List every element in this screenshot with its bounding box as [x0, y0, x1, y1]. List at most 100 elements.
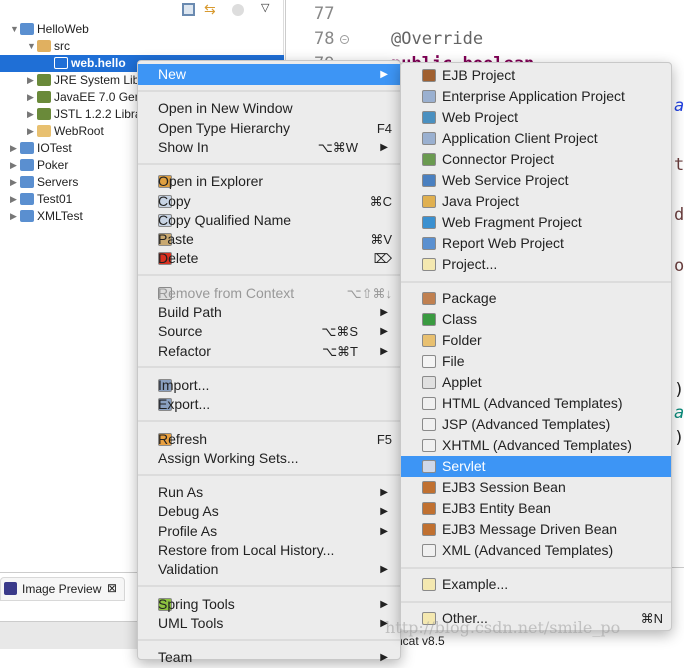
menu-item-application-client-project[interactable]: Application Client Project [401, 128, 671, 149]
collapsed-arrow-icon[interactable]: ▶ [10, 208, 17, 225]
code-fragment: a [674, 96, 684, 116]
image-preview-tab[interactable]: Image Preview ⊠ [0, 577, 125, 601]
collapsed-arrow-icon[interactable]: ▶ [10, 191, 17, 208]
menu-item-delete[interactable]: Delete ⌦ [138, 248, 400, 269]
menu-item-import[interactable]: Import... [138, 375, 400, 396]
menu-item-label: Folder [442, 332, 482, 348]
tree-item-label: IOTest [37, 141, 72, 155]
menu-item-report-web-project[interactable]: Report Web Project [401, 233, 671, 254]
menu-item-label: Report Web Project [442, 235, 564, 251]
menu-item-xml-advanced-templates[interactable]: XML (Advanced Templates) [401, 540, 671, 561]
menu-item-open-in-explorer[interactable]: Open in Explorer [138, 171, 400, 192]
menu-item-example[interactable]: Example... [401, 574, 671, 595]
collapse-all-icon[interactable] [182, 3, 195, 16]
menu-item-restore-from-local-history[interactable]: Restore from Local History... [138, 540, 400, 561]
menu-item-xhtml-advanced-templates[interactable]: XHTML (Advanced Templates) [401, 435, 671, 456]
menu-item-label: Class [442, 311, 478, 327]
menu-item-enterprise-application-project[interactable]: Enterprise Application Project [401, 86, 671, 107]
menu-item-refresh[interactable]: Refresh F5 [138, 429, 400, 450]
menu-item-html-advanced-templates[interactable]: HTML (Advanced Templates) [401, 393, 671, 414]
menu-item-web-fragment-project[interactable]: Web Fragment Project [401, 212, 671, 233]
menu-item-team[interactable]: Team ▶ [138, 647, 400, 668]
collapsed-arrow-icon[interactable]: ▶ [27, 89, 34, 106]
menu-item-label: Validation [158, 561, 219, 578]
menu-item-debug-as[interactable]: Debug As ▶ [138, 501, 400, 522]
menu-item-web-project[interactable]: Web Project [401, 107, 671, 128]
menu-item-show-in[interactable]: Show In ⌥⌘W ▶ [138, 137, 400, 158]
expanded-arrow-icon[interactable]: ▼ [10, 21, 19, 38]
menu-separator [138, 420, 400, 422]
menu-item-label: EJB3 Message Driven Bean [442, 521, 618, 537]
menu-item-copy-qualified-name[interactable]: Copy Qualified Name [138, 210, 400, 231]
menu-item-ejb-project[interactable]: EJB Project [401, 65, 671, 86]
collapsed-arrow-icon[interactable]: ▶ [27, 72, 34, 89]
menu-item-label: Paste [158, 231, 194, 248]
menu-item-uml-tools[interactable]: UML Tools ▶ [138, 613, 400, 634]
code-fragment: ) [674, 380, 684, 400]
menu-item-profile-as[interactable]: Profile As ▶ [138, 521, 400, 542]
menu-separator [138, 638, 400, 641]
tree-item-src[interactable]: ▼ src [0, 38, 284, 55]
class-icon [422, 313, 436, 326]
new-submenu: EJB Project Enterprise Application Projec… [400, 62, 672, 631]
collapsed-arrow-icon[interactable]: ▶ [10, 140, 17, 157]
expanded-arrow-icon[interactable]: ▼ [27, 38, 36, 55]
menu-item-paste[interactable]: Paste ⌘V [138, 229, 400, 250]
tree-item-label: XMLTest [37, 209, 83, 223]
menu-item-java-project[interactable]: Java Project [401, 191, 671, 212]
menu-item-folder[interactable]: Folder [401, 330, 671, 351]
menu-item-label: Package [442, 290, 497, 306]
tree-item-label: HelloWeb [37, 22, 89, 36]
menu-separator [401, 600, 671, 603]
menu-item-web-service-project[interactable]: Web Service Project [401, 170, 671, 191]
menu-item-assign-working-sets[interactable]: Assign Working Sets... [138, 448, 400, 469]
tree-item-helloweb[interactable]: ▼ HelloWeb [0, 21, 284, 38]
servlet-icon [422, 460, 436, 473]
menu-item-label: Spring Tools [158, 595, 235, 612]
menu-item-label: Copy Qualified Name [158, 211, 292, 228]
menu-item-label: Import... [158, 376, 210, 393]
menu-item-validation[interactable]: Validation ▶ [138, 559, 400, 580]
view-menu-icon[interactable]: ▽ [261, 1, 269, 14]
menu-item-label: Web Project [442, 109, 518, 125]
menu-item-label: Delete [158, 250, 199, 267]
menu-item-copy[interactable]: Copy ⌘C [138, 191, 400, 212]
menu-item-jsp-advanced-templates[interactable]: JSP (Advanced Templates) [401, 414, 671, 435]
tree-item-label: Poker [37, 158, 69, 172]
menu-item-connector-project[interactable]: Connector Project [401, 149, 671, 170]
menu-item-label: XHTML (Advanced Templates) [442, 437, 632, 453]
menu-item-refactor[interactable]: Refactor ⌥⌘T ▶ [138, 341, 400, 362]
menu-item-servlet[interactable]: Servlet [401, 456, 671, 477]
project-icon [20, 159, 34, 171]
collapsed-arrow-icon[interactable]: ▶ [10, 174, 17, 191]
menu-item-run-as[interactable]: Run As ▶ [138, 482, 400, 503]
menu-item-label: New [158, 66, 187, 82]
menu-item-ejb3-entity-bean[interactable]: EJB3 Entity Bean [401, 498, 671, 519]
menu-item-export[interactable]: Export... [138, 394, 400, 415]
menu-item-package[interactable]: Package [401, 288, 671, 309]
menu-item-file[interactable]: File [401, 351, 671, 372]
menu-item-spring-tools[interactable]: Spring Tools ▶ [138, 594, 400, 615]
collapsed-arrow-icon[interactable]: ▶ [27, 106, 34, 123]
menu-item-open-in-new-window[interactable]: Open in New Window [138, 98, 400, 119]
menu-item-ejb3-session-bean[interactable]: EJB3 Session Bean [401, 477, 671, 498]
menu-item-source[interactable]: Source ⌥⌘S ▶ [138, 321, 400, 342]
menu-item-ejb3-message-driven-bean[interactable]: EJB3 Message Driven Bean [401, 519, 671, 540]
fold-icon[interactable]: − [340, 35, 349, 44]
menu-item-project[interactable]: Project... [401, 254, 671, 275]
project-icon [20, 193, 34, 205]
menu-item-class[interactable]: Class [401, 309, 671, 330]
focus-icon[interactable] [232, 4, 244, 16]
link-with-editor-icon[interactable]: ⇆ [204, 1, 216, 18]
menu-item-open-type-hierarchy[interactable]: Open Type Hierarchy F4 [138, 118, 400, 139]
watermark: http://blog.csdn.net/smile_po [385, 618, 621, 637]
menu-item-build-path[interactable]: Build Path ▶ [138, 302, 400, 323]
menu-item-label: Open in New Window [158, 100, 293, 117]
collapsed-arrow-icon[interactable]: ▶ [10, 157, 17, 174]
menu-item-label: Assign Working Sets... [158, 449, 299, 466]
menu-item-label: Show In [158, 138, 209, 155]
menu-item-applet[interactable]: Applet [401, 372, 671, 393]
collapsed-arrow-icon[interactable]: ▶ [27, 123, 34, 140]
close-icon[interactable]: ⊠ [107, 581, 117, 595]
menu-item-new[interactable]: New ▶ [138, 64, 400, 85]
